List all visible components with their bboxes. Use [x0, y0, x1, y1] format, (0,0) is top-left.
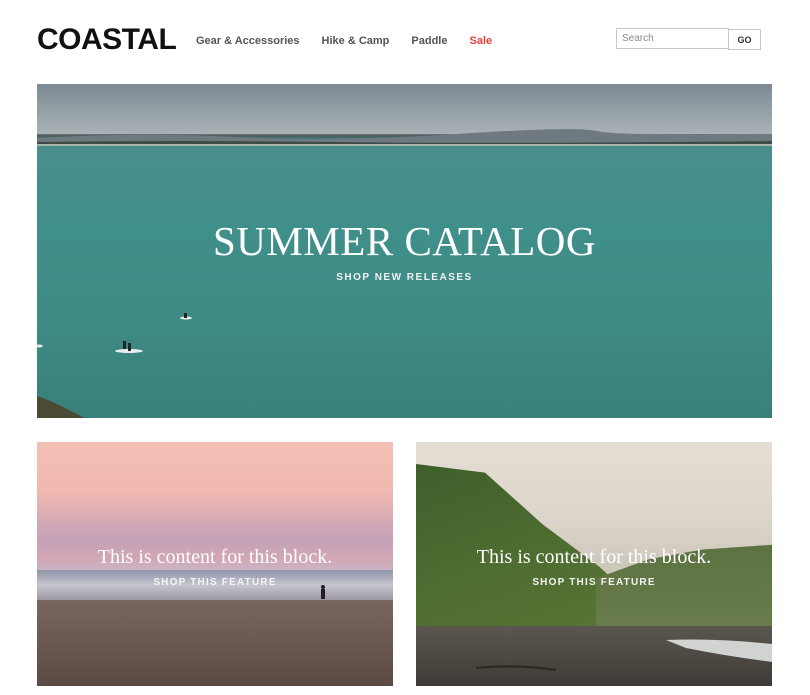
main-nav: Gear & Accessories Hike & Camp Paddle Sa…	[196, 35, 514, 48]
hero-banner[interactable]: SUMMER CATALOG SHOP NEW RELEASES	[37, 84, 772, 418]
nav-item-gear-accessories[interactable]: Gear & Accessories	[196, 35, 300, 48]
search-input[interactable]	[616, 28, 729, 49]
nav-item-paddle[interactable]: Paddle	[411, 35, 447, 48]
feature-block-title: This is content for this block.	[476, 546, 712, 568]
feature-block-beach[interactable]: This is content for this block. SHOP THI…	[37, 442, 393, 686]
feature-block-title: This is content for this block.	[97, 546, 333, 568]
search-go-button[interactable]: GO	[728, 29, 761, 50]
site-header: COASTAL Gear & Accessories Hike & Camp P…	[0, 0, 810, 84]
nav-item-hike-camp[interactable]: Hike & Camp	[322, 35, 390, 48]
hero-cta-link[interactable]: SHOP NEW RELEASES	[37, 272, 772, 283]
hero-title: SUMMER CATALOG	[212, 218, 596, 264]
feature-block-coast[interactable]: This is content for this block. SHOP THI…	[416, 442, 772, 686]
feature-block-cta[interactable]: SHOP THIS FEATURE	[416, 577, 772, 588]
brand-logo[interactable]: COASTAL	[37, 22, 177, 58]
feature-block-cta[interactable]: SHOP THIS FEATURE	[37, 577, 393, 588]
nav-item-sale[interactable]: Sale	[469, 35, 492, 48]
